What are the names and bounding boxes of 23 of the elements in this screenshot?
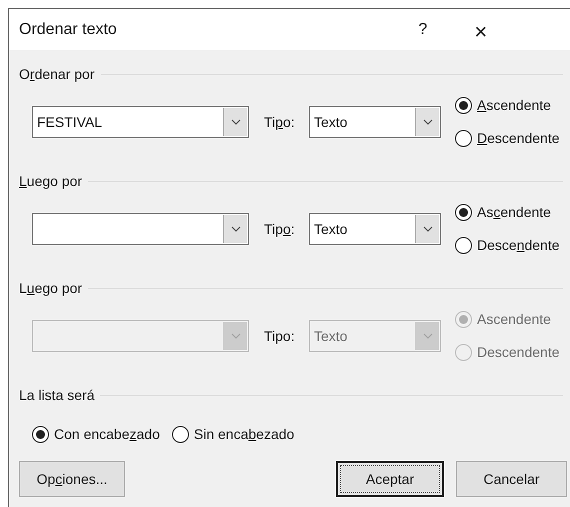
radio-option[interactable]: Ascendente [455,95,560,116]
dialog-button[interactable]: Cancelar [456,461,567,497]
dialog-button[interactable]: Aceptar [336,461,444,497]
type-label: Tipo: [264,112,296,132]
group-heading: Luego por [19,279,82,298]
radio-option[interactable]: Descendente [455,128,560,149]
dropdown[interactable]: Texto [309,213,441,245]
group-heading: La lista será [19,386,94,405]
dropdown[interactable]: FESTIVAL [32,106,249,138]
type-label: Tipo: [264,326,296,346]
radio-option[interactable]: Con encabezado [32,424,160,445]
close-button[interactable]: × [460,14,501,44]
group-heading: Luego por [19,172,82,191]
type-label: Tipo: [264,220,296,239]
help-button[interactable]: ? [402,14,443,44]
radio-option[interactable]: Sin encabezado [172,424,294,445]
dropdown[interactable] [32,213,249,245]
dialog-button[interactable]: Opciones... [19,461,125,497]
radio-option[interactable]: Descendente [455,235,560,256]
group-heading: Ordenar por [19,65,94,84]
window-title: Ordenar texto [19,20,117,40]
dropdown[interactable]: Texto [309,106,441,138]
radio-option[interactable]: Ascendente [455,202,560,223]
